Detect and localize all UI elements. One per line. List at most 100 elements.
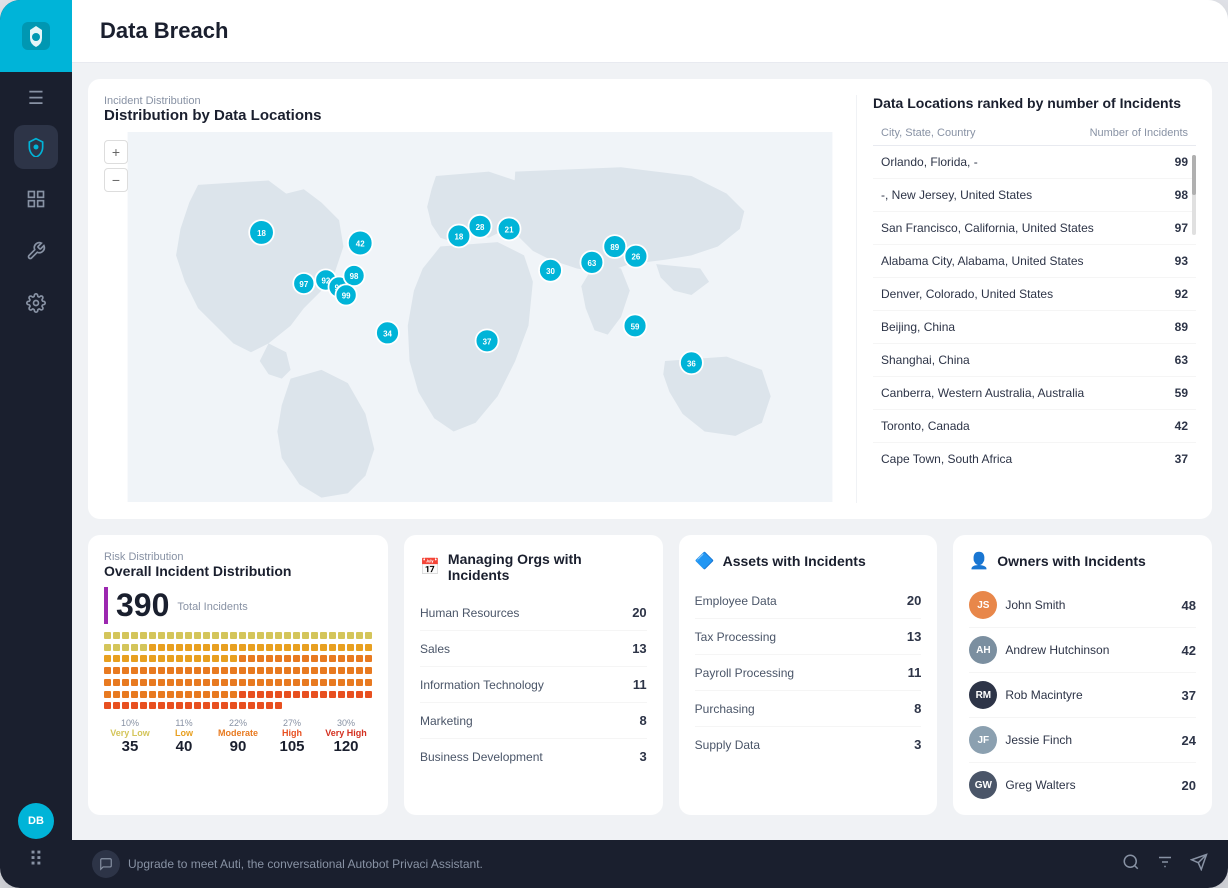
owner-row: JF Jessie Finch 24: [969, 718, 1196, 763]
orgs-row: Human Resources20: [420, 595, 647, 631]
dot: [140, 644, 147, 651]
dot: [122, 644, 129, 651]
dot: [203, 691, 210, 698]
dot: [311, 632, 318, 639]
dot: [275, 655, 282, 662]
dot: [104, 644, 111, 651]
owner-name: Rob Macintyre: [1005, 688, 1173, 702]
dot: [275, 691, 282, 698]
owners-panel-header: 👤 Owners with Incidents: [969, 551, 1196, 571]
rank-table-title: Data Locations ranked by number of Incid…: [873, 95, 1196, 111]
dot: [266, 702, 273, 709]
dot: [284, 644, 291, 651]
dot: [122, 679, 129, 686]
dot: [257, 644, 264, 651]
orgs-panel: 📅 Managing Orgs with Incidents Human Res…: [404, 535, 663, 815]
dot: [167, 667, 174, 674]
sidebar-item-shield[interactable]: [14, 125, 58, 169]
dot: [293, 691, 300, 698]
zoom-out-button[interactable]: −: [104, 168, 128, 192]
dot: [356, 667, 363, 674]
bottom-actions: [1122, 853, 1208, 876]
dot: [113, 655, 120, 662]
dot: [275, 702, 282, 709]
sidebar-item-tools[interactable]: [14, 229, 58, 273]
filter-action-button[interactable]: [1156, 853, 1174, 876]
dot: [167, 702, 174, 709]
dot: [176, 667, 183, 674]
world-map: 18 42 97: [104, 132, 856, 502]
dot: [302, 679, 309, 686]
owners-panel: 👤 Owners with Incidents JS John Smith 48…: [953, 535, 1212, 815]
rank-table-row: Denver, Colorado, United States92: [873, 278, 1196, 311]
risk-title: Overall Incident Distribution: [104, 563, 372, 579]
dot: [275, 679, 282, 686]
dot: [113, 632, 120, 639]
dot: [167, 655, 174, 662]
dot: [293, 679, 300, 686]
dot: [248, 632, 255, 639]
chat-bubble-icon[interactable]: [92, 850, 120, 878]
dot: [293, 644, 300, 651]
svg-text:98: 98: [350, 272, 359, 281]
dot: [248, 691, 255, 698]
dot: [194, 702, 201, 709]
dot: [221, 702, 228, 709]
dot: [167, 632, 174, 639]
dot: [239, 655, 246, 662]
orgs-panel-header: 📅 Managing Orgs with Incidents: [420, 551, 647, 583]
rank-table-row: Shanghai, China63: [873, 344, 1196, 377]
dot: [185, 667, 192, 674]
page-title: Data Breach: [100, 18, 1200, 44]
sidebar-item-dashboard[interactable]: [14, 177, 58, 221]
map-section: Incident Distribution Distribution by Da…: [88, 79, 1212, 519]
risk-bar-item: 11% Low 40: [158, 718, 210, 755]
dot: [176, 691, 183, 698]
risk-bars: 10% Very Low 35 11% Low 40 22% Moderate …: [104, 718, 372, 755]
rank-col1-header: City, State, Country: [881, 127, 976, 139]
menu-icon[interactable]: ☰: [28, 88, 44, 109]
zoom-in-button[interactable]: +: [104, 140, 128, 164]
dot: [122, 691, 129, 698]
sidebar-item-settings[interactable]: [14, 281, 58, 325]
owners-title: Owners with Incidents: [997, 553, 1146, 569]
rank-col2-header: Number of Incidents: [1090, 127, 1188, 139]
sidebar-dots[interactable]: ⠿: [29, 847, 44, 872]
dot: [194, 632, 201, 639]
dot: [113, 667, 120, 674]
user-avatar[interactable]: DB: [18, 803, 54, 839]
risk-bar-item: 10% Very Low 35: [104, 718, 156, 755]
assets-rows: Employee Data20Tax Processing13Payroll P…: [695, 583, 922, 762]
dot: [284, 691, 291, 698]
dot: [158, 632, 165, 639]
dot: [347, 667, 354, 674]
dot: [140, 632, 147, 639]
dot: [365, 644, 372, 651]
send-action-button[interactable]: [1190, 853, 1208, 876]
dot: [194, 644, 201, 651]
dot: [104, 667, 111, 674]
rank-table-row: Canberra, Western Australia, Australia59: [873, 377, 1196, 410]
dot: [284, 679, 291, 686]
owner-avatar: RM: [969, 681, 997, 709]
risk-bar-item: 30% Very High 120: [320, 718, 372, 755]
dot: [230, 632, 237, 639]
dot: [203, 667, 210, 674]
assets-icon: 🔷: [695, 551, 715, 571]
dot: [284, 667, 291, 674]
dot: [248, 644, 255, 651]
dot: [356, 655, 363, 662]
search-action-button[interactable]: [1122, 853, 1140, 876]
dot: [239, 644, 246, 651]
owners-icon: 👤: [969, 551, 989, 571]
dot: [320, 691, 327, 698]
svg-text:18: 18: [454, 232, 463, 241]
dot: [113, 691, 120, 698]
dot: [176, 632, 183, 639]
dot: [212, 702, 219, 709]
dot: [302, 644, 309, 651]
dot: [167, 644, 174, 651]
dot: [302, 655, 309, 662]
dot: [140, 691, 147, 698]
orgs-row: Business Development3: [420, 739, 647, 774]
